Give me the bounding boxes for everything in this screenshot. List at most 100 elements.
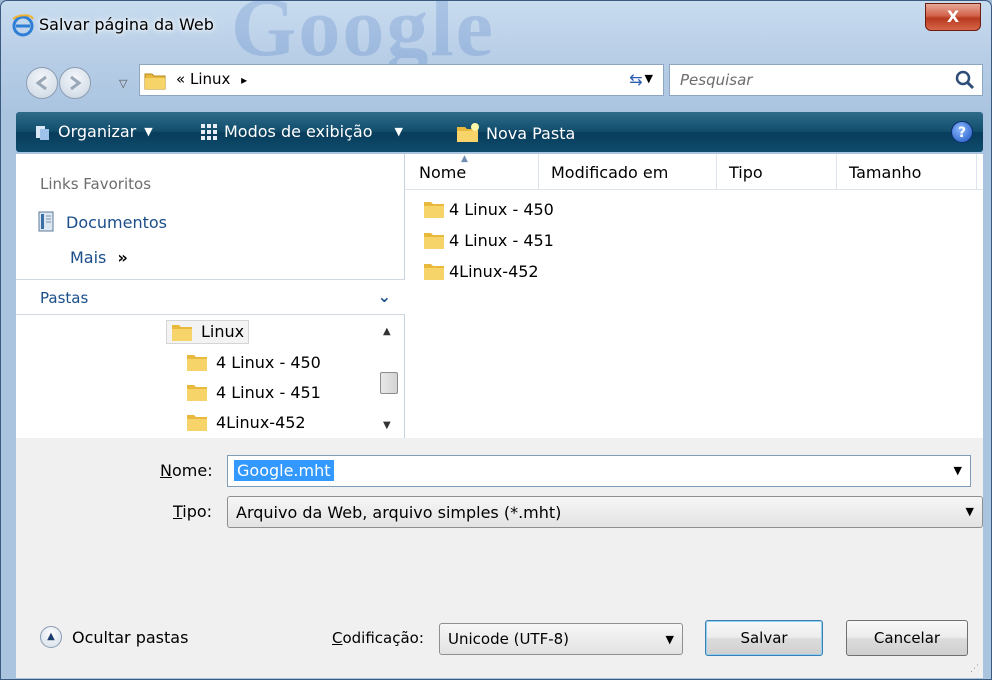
resize-grip[interactable]: ⋰ [970,664,979,674]
window-title: Salvar página da Web [39,15,214,34]
cancel-button[interactable]: Cancelar [846,620,968,656]
new-folder-label: Nova Pasta [486,123,576,143]
views-button[interactable]: Modos de exibição ▼ [200,122,403,141]
folder-icon [187,385,207,401]
scroll-down-icon[interactable]: ▼ [383,420,391,431]
column-header-type[interactable]: Tipo [729,163,763,182]
chevron-down-icon[interactable]: ▼ [966,505,974,518]
column-divider[interactable] [716,154,717,190]
views-grid-icon [201,123,217,140]
chevron-down-icon[interactable]: ▼ [954,464,962,477]
column-divider[interactable] [538,154,539,190]
name-label: Nome: [160,461,213,480]
favorite-link-documents[interactable]: Documentos [38,211,167,233]
tree-item-label: 4 Linux - 450 [216,352,321,372]
save-dialog: Google Salvar página da Web X ▽ « Linux … [0,0,992,680]
refresh-icon[interactable]: ⇆ [616,67,656,93]
forward-button[interactable] [59,67,91,99]
folder-icon [144,73,166,90]
breadcrumb-linux[interactable]: Linux [190,70,230,88]
tree-item-label: Linux [201,322,245,341]
search-box[interactable]: Pesquisar [669,64,983,96]
column-headers: ▲ Nome Modificado em Tipo Tamanho [405,154,983,190]
documents-label: Documentos [66,212,168,232]
search-icon[interactable] [954,69,976,91]
folder-icon [172,325,192,341]
column-header-name[interactable]: Nome [419,163,466,182]
chevron-down-icon: ▼ [144,125,153,138]
folder-icon [424,264,444,280]
tree-scrollbar[interactable]: ▲ ▼ [379,326,399,438]
folders-label: Pastas [40,289,89,307]
chevron-down-icon: ▼ [394,125,403,138]
list-item[interactable]: 4 Linux - 450 [423,199,554,219]
hide-folders-label: Ocultar pastas [72,627,189,647]
tree-item-4linux-450[interactable]: 4 Linux - 450 [186,352,321,372]
address-path: « Linux ▸ [176,70,247,88]
address-prefix: « [176,70,186,88]
column-header-size[interactable]: Tamanho [849,163,921,182]
tree-item-label: 4Linux-452 [216,412,306,432]
encoding-select[interactable]: Unicode (UTF-8) ▼ [439,623,683,655]
documents-icon [38,211,54,232]
column-divider[interactable] [836,154,837,190]
encoding-value: Unicode (UTF-8) [448,630,570,648]
favorite-links-header: Links Favoritos [40,175,152,193]
folder-icon [424,233,444,249]
chevron-up-icon: ▲ [40,626,62,648]
scroll-up-icon[interactable]: ▲ [383,326,391,337]
tree-item-4linux-452[interactable]: 4Linux-452 [186,412,306,432]
nav-buttons: ▽ [23,63,153,101]
tree-item-4linux-451[interactable]: 4 Linux - 451 [186,382,321,402]
more-label: Mais [70,248,107,267]
type-label: Tipo: [173,502,213,521]
scrollbar-thumb[interactable] [380,372,398,394]
encoding-label: Codificação: [332,629,424,647]
back-arrow-icon [35,75,47,91]
views-label: Modos de exibição [224,122,373,141]
list-item-label: 4Linux-452 [449,261,539,281]
list-item-label: 4 Linux - 450 [449,199,554,219]
history-dropdown-icon[interactable]: ▽ [119,77,127,90]
folder-icon [187,355,207,371]
tree-item-linux[interactable]: Linux [166,320,250,344]
list-item[interactable]: 4 Linux - 451 [423,230,554,250]
column-divider[interactable] [976,154,977,190]
organize-icon [36,125,49,140]
save-form: Nome: Google.mht ▼ Tipo: Arquivo da Web,… [16,438,983,678]
help-icon[interactable]: ? [951,121,973,143]
organize-button[interactable]: Organizar ▼ [34,122,153,141]
list-item-label: 4 Linux - 451 [449,230,554,250]
file-name-value[interactable]: Google.mht [234,460,334,481]
list-item[interactable]: 4Linux-452 [423,261,539,281]
ie-icon [12,14,34,37]
file-list: ▲ Nome Modificado em Tipo Tamanho 4 Linu… [405,154,983,438]
folder-tree: Linux 4 Linux - 450 4 Linux - 451 4Linux… [16,316,405,438]
folder-icon [187,415,207,431]
chevron-down-icon[interactable]: ⌄ [378,287,391,306]
title-bar[interactable]: Google Salvar página da Web X [1,1,991,74]
command-toolbar: Organizar ▼ Modos de exibição ▼ Nova Pas… [16,112,983,152]
more-links[interactable]: Mais » [70,248,128,267]
save-button[interactable]: Salvar [705,620,823,656]
new-folder-icon [457,123,479,142]
new-folder-button[interactable]: Nova Pasta [456,122,575,144]
close-button[interactable]: X [925,3,981,31]
tree-item-label: 4 Linux - 451 [216,382,321,402]
address-bar[interactable]: « Linux ▸ ▼ [139,64,664,96]
folder-icon [424,202,444,218]
file-name-field[interactable]: Google.mht ▼ [227,455,971,487]
hide-folders-button[interactable]: ▲ Ocultar pastas [40,626,188,648]
organize-label: Organizar [58,122,137,141]
breadcrumb-separator[interactable]: ▸ [241,73,247,87]
back-button[interactable] [26,67,58,99]
search-input[interactable]: Pesquisar [680,71,752,89]
chevron-down-icon[interactable]: ▼ [666,633,674,646]
file-type-select[interactable]: Arquivo da Web, arquivo simples (*.mht) … [227,496,983,528]
file-type-value: Arquivo da Web, arquivo simples (*.mht) [236,503,562,522]
column-header-modified[interactable]: Modificado em [551,163,668,182]
navigation-pane: Links Favoritos Documentos Mais » Pastas… [16,154,405,438]
forward-arrow-icon [70,75,82,91]
double-chevron-icon: » [117,248,128,267]
folders-header[interactable]: Pastas ⌄ [16,279,405,315]
